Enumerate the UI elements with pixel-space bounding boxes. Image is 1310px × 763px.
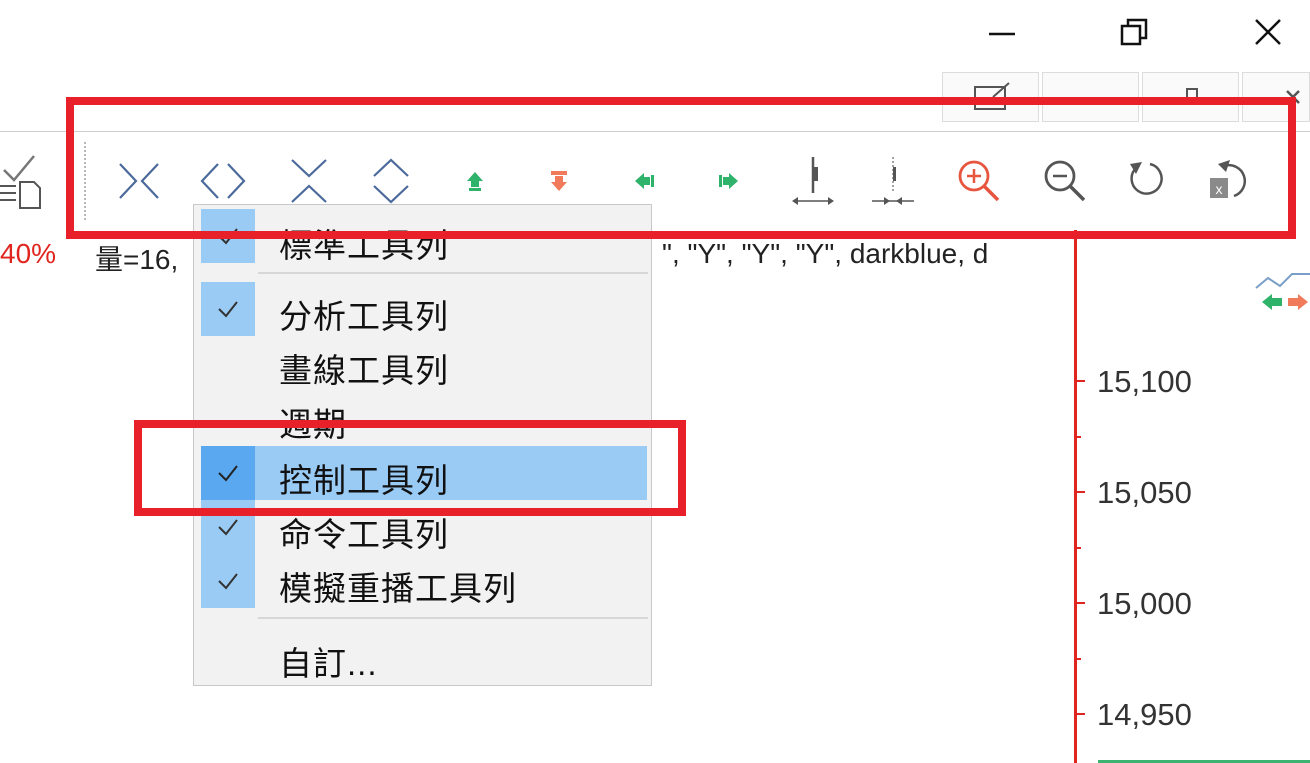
status-text-right: ", "Y", "Y", "Y", darkblue, d	[662, 238, 989, 269]
menu-separator	[258, 272, 648, 274]
axis-tick	[1077, 602, 1085, 604]
restore-button[interactable]	[1104, 8, 1164, 56]
restore-icon	[1120, 18, 1148, 46]
annotation-box-menu-item	[134, 420, 686, 516]
check-document-icon	[0, 155, 41, 209]
price-axis-line	[1074, 230, 1077, 763]
axis-minor-tick	[1077, 658, 1081, 660]
chart-scroll-icon	[1255, 273, 1310, 310]
minimize-icon	[989, 32, 1015, 36]
checkmark-icon	[201, 282, 255, 336]
close-button[interactable]	[1238, 8, 1298, 56]
status-text-left: 量=16,	[95, 244, 179, 275]
minimize-button[interactable]	[972, 8, 1032, 56]
menu-item-analysis-toolbar[interactable]: 分析工具列	[194, 282, 651, 336]
axis-minor-tick	[1077, 436, 1081, 438]
axis-tick	[1077, 491, 1085, 493]
menu-item-customize[interactable]: 自訂...	[194, 629, 651, 683]
axis-label: 15,000	[1097, 586, 1192, 621]
axis-label: 15,050	[1097, 475, 1192, 510]
menu-item-replay-toolbar[interactable]: 模擬重播工具列	[194, 554, 651, 608]
axis-label: 14,950	[1097, 697, 1192, 732]
axis-tick	[1077, 380, 1085, 382]
close-icon	[1255, 19, 1281, 45]
menu-item-drawing-toolbar[interactable]: 畫線工具列	[194, 336, 651, 390]
checkmark-icon	[201, 554, 255, 608]
axis-minor-tick	[1077, 547, 1081, 549]
axis-tick	[1077, 713, 1085, 715]
chart-scroll-button[interactable]	[1254, 268, 1310, 316]
menu-separator	[258, 617, 648, 619]
annotation-box-toolbar	[66, 97, 1296, 239]
toolbar-partial-button[interactable]	[0, 150, 50, 212]
change-percent: 40%	[0, 238, 57, 269]
axis-label: 15,100	[1097, 364, 1192, 399]
